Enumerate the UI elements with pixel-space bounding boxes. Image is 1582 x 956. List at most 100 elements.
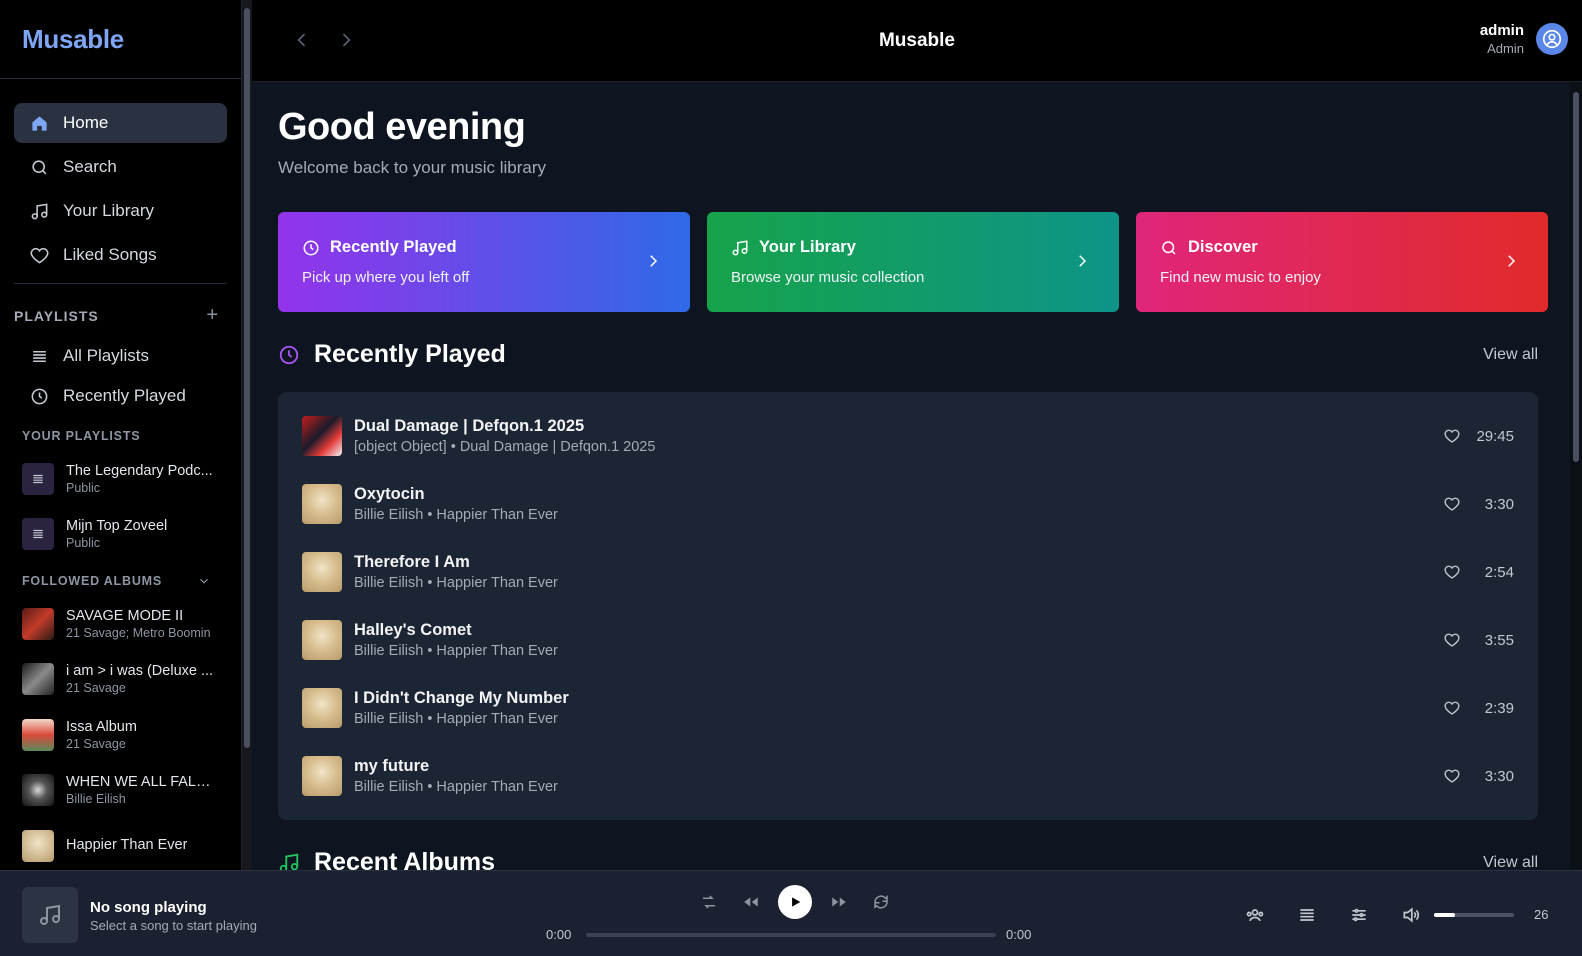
track-row[interactable]: my future Billie Eilish • Happier Than Ev… xyxy=(302,742,1514,810)
track-row[interactable]: Halley's Comet Billie Eilish • Happier Th… xyxy=(302,606,1514,674)
heart-icon[interactable] xyxy=(1444,700,1460,716)
track-subtitle: Billie Eilish • Happier Than Ever xyxy=(354,779,558,795)
clock-icon xyxy=(303,240,319,255)
album-item[interactable]: Happier Than Ever xyxy=(0,818,241,870)
recent-albums-header: Recent Albums View all xyxy=(278,848,1538,870)
card-recently-played[interactable]: Recently Played Pick up where you left o… xyxy=(278,212,690,312)
album-name: SAVAGE MODE II xyxy=(66,607,184,624)
recently-played-header: Recently Played View all xyxy=(278,340,1538,369)
chevron-right-icon xyxy=(1508,255,1516,267)
music-note-icon xyxy=(279,853,299,870)
main-scroll-thumb[interactable] xyxy=(1573,92,1579,462)
track-subtitle: Billie Eilish • Happier Than Ever xyxy=(354,643,558,659)
nav-home[interactable]: Home xyxy=(14,103,227,143)
volume-slider[interactable] xyxy=(1434,913,1514,917)
album-name: Issa Album xyxy=(66,718,137,735)
app-root: Musable Home Search Your Library Liked S… xyxy=(0,0,1582,956)
user-menu[interactable]: admin Admin xyxy=(1480,22,1568,56)
play-button[interactable] xyxy=(778,885,812,919)
album-name: WHEN WE ALL FALL ... xyxy=(66,774,218,791)
nav-library[interactable]: Your Library xyxy=(14,191,227,231)
track-row[interactable]: Therefore I Am Billie Eilish • Happier Th… xyxy=(302,538,1514,606)
album-artist: 21 Savage; Metro Boomin xyxy=(66,625,211,640)
greeting: Good evening xyxy=(278,106,526,148)
playlist-item[interactable]: The Legendary Podc... Public xyxy=(0,451,241,507)
track-subtitle: Billie Eilish • Happier Than Ever xyxy=(354,711,558,727)
chevron-down-icon[interactable] xyxy=(197,574,211,588)
nav-recently-played[interactable]: Recently Played xyxy=(14,377,227,415)
card-discover[interactable]: Discover Find new music to enjoy xyxy=(1136,212,1548,312)
heart-icon[interactable] xyxy=(1444,564,1460,580)
track-art xyxy=(302,552,342,592)
sidebar-scroll-thumb[interactable] xyxy=(244,8,250,748)
avatar[interactable] xyxy=(1536,23,1568,55)
track-title: Dual Damage | Defqon.1 2025 xyxy=(354,417,585,435)
followed-albums-header[interactable]: FOLLOWED ALBUMS xyxy=(0,562,241,596)
track-art xyxy=(302,688,342,728)
progress-bar[interactable] xyxy=(586,933,996,937)
track-row[interactable]: Dual Damage | Defqon.1 2025 [object Objec… xyxy=(302,402,1514,470)
nav-library-label: Your Library xyxy=(63,201,155,220)
heart-icon[interactable] xyxy=(1444,632,1460,648)
view-all-link[interactable]: View all xyxy=(1483,854,1538,871)
track-title: my future xyxy=(354,757,430,775)
list-icon xyxy=(33,350,46,362)
heart-icon[interactable] xyxy=(1444,768,1460,784)
volume-icon[interactable] xyxy=(1401,905,1421,925)
nav-all-playlists[interactable]: All Playlists xyxy=(14,337,227,375)
users-icon[interactable] xyxy=(1245,905,1265,925)
track-duration: 2:39 xyxy=(1484,699,1514,717)
card-your-library[interactable]: Your Library Browse your music collectio… xyxy=(707,212,1119,312)
page-title: Musable xyxy=(878,30,956,51)
sidebar-scrollbar[interactable] xyxy=(242,0,252,870)
user-icon xyxy=(1542,29,1562,49)
card-title: Your Library xyxy=(759,238,856,256)
album-item[interactable]: Issa Album 21 Savage xyxy=(0,707,241,763)
playlist-name: Mijn Top Zoveel xyxy=(66,518,168,535)
logo[interactable]: Musable xyxy=(0,0,241,79)
album-item[interactable]: SAVAGE MODE II 21 Savage; Metro Boomin xyxy=(0,596,241,652)
album-art xyxy=(22,774,54,807)
playlist-item[interactable]: Mijn Top Zoveel Public xyxy=(0,507,241,563)
list-icon xyxy=(33,474,43,483)
search-icon xyxy=(32,159,47,174)
album-item[interactable]: i am > i was (Deluxe ... 21 Savage xyxy=(0,652,241,708)
heart-icon[interactable] xyxy=(1444,428,1460,444)
album-item[interactable]: WHEN WE ALL FALL ... Billie Eilish xyxy=(0,763,241,819)
equalizer-icon[interactable] xyxy=(1349,905,1369,925)
main-scrollbar[interactable] xyxy=(1570,82,1582,870)
card-subtitle: Find new music to enjoy xyxy=(1160,269,1321,286)
card-subtitle: Browse your music collection xyxy=(731,269,925,286)
track-duration: 2:54 xyxy=(1484,563,1514,581)
track-subtitle: Billie Eilish • Happier Than Ever xyxy=(354,575,558,591)
playlists-header-label: PLAYLISTS xyxy=(14,307,99,324)
heart-icon[interactable] xyxy=(1444,496,1460,512)
music-note-icon xyxy=(732,239,748,255)
music-note-icon xyxy=(40,904,60,925)
album-art xyxy=(22,718,54,751)
track-row[interactable]: Oxytocin Billie Eilish • Happier Than Eve… xyxy=(302,470,1514,538)
add-playlist-button[interactable]: + xyxy=(206,304,219,327)
view-all-link[interactable]: View all xyxy=(1483,346,1538,364)
previous-icon[interactable] xyxy=(742,893,760,911)
nav-search[interactable]: Search xyxy=(14,147,227,187)
repeat-icon[interactable] xyxy=(872,893,890,911)
nav-liked-songs[interactable]: Liked Songs xyxy=(14,235,227,275)
queue-icon[interactable] xyxy=(1297,905,1317,925)
playlists-header: PLAYLISTS + xyxy=(0,284,241,337)
next-icon[interactable] xyxy=(830,893,848,911)
nav-liked-label: Liked Songs xyxy=(63,245,157,264)
track-row[interactable]: I Didn't Change My Number Billie Eilish •… xyxy=(302,674,1514,742)
track-subtitle: Billie Eilish • Happier Than Ever xyxy=(354,507,558,523)
nav-recently-played-label: Recently Played xyxy=(63,386,186,405)
track-subtitle: [object Object] • Dual Damage | Defqon.1… xyxy=(354,439,656,455)
search-icon xyxy=(1162,240,1176,255)
album-art xyxy=(22,829,54,862)
card-title: Recently Played xyxy=(330,238,457,256)
list-icon xyxy=(33,530,43,539)
playlist-visibility: Public xyxy=(66,536,101,551)
clock-icon xyxy=(31,388,48,404)
shuffle-icon[interactable] xyxy=(700,893,718,911)
chevron-right-icon xyxy=(1079,255,1087,267)
chevron-right-icon xyxy=(650,255,658,267)
